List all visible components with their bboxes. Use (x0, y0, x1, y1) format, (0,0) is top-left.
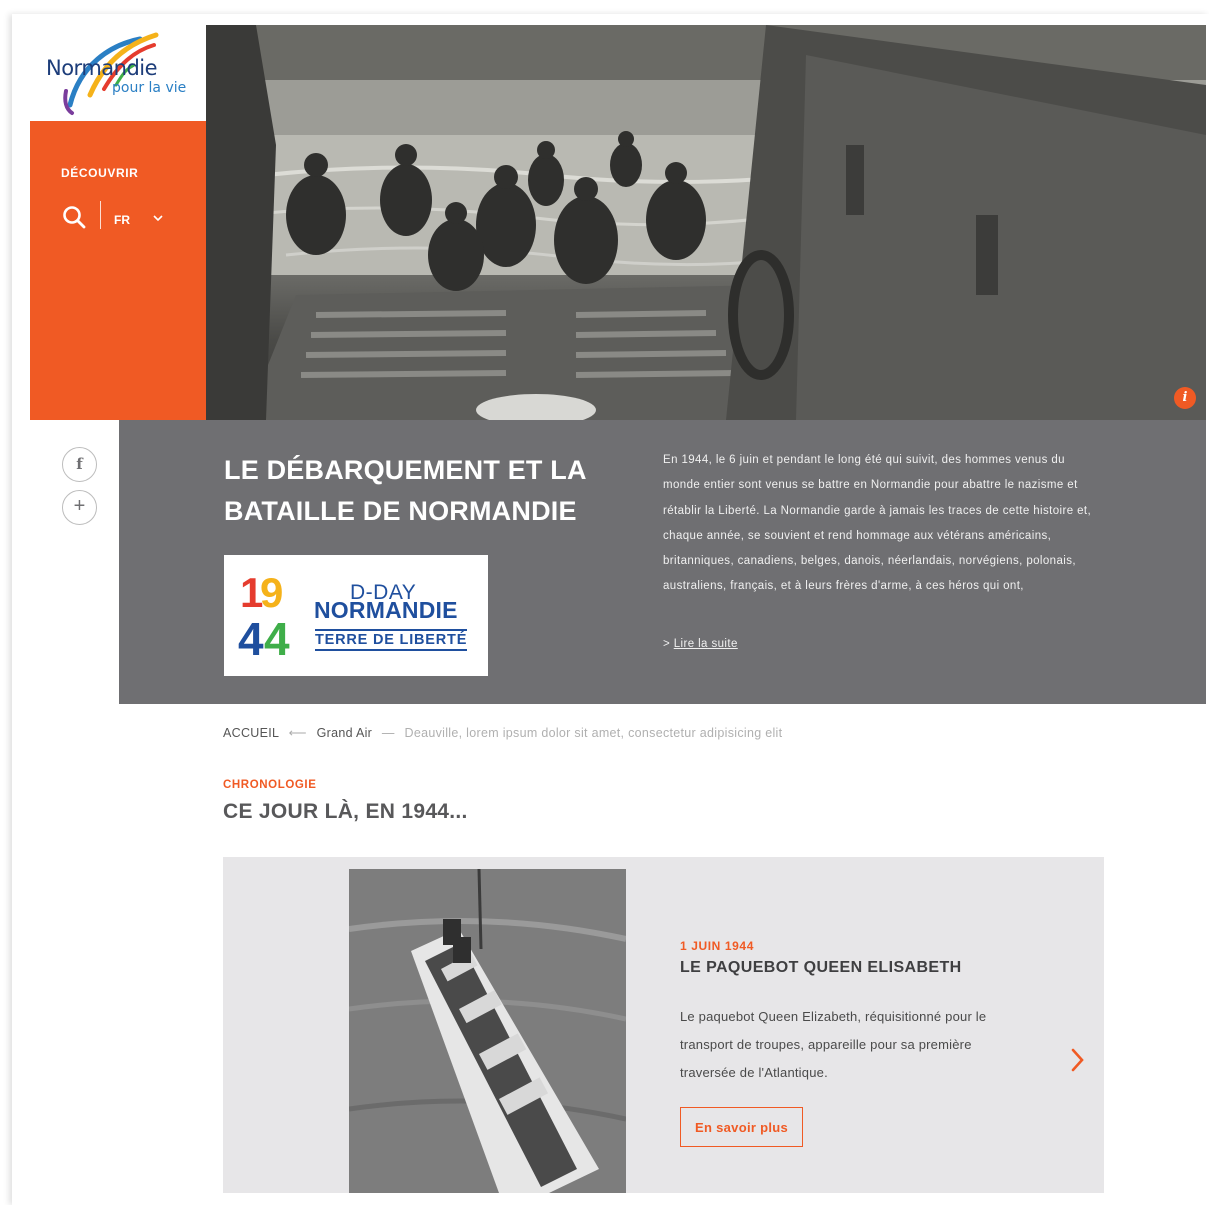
breadcrumb-current: Deauville, lorem ipsum dolor sit amet, c… (404, 726, 783, 740)
dday-line2: NORMANDIE (314, 597, 458, 623)
top-strip (0, 0, 1209, 14)
menu-divider (100, 201, 101, 229)
language-selector[interactable]: FR (114, 213, 130, 227)
logo-wordmark: Normandie (46, 56, 158, 80)
more-share-button[interactable]: + (62, 490, 97, 525)
menu-discover-link[interactable]: DÉCOUVRIR (61, 166, 138, 180)
main-menu: DÉCOUVRIR FR (30, 121, 206, 420)
breadcrumb-grand-air[interactable]: Grand Air (317, 726, 373, 740)
svg-text:9: 9 (260, 569, 283, 616)
breadcrumb: ACCUEIL ⟵ Grand Air — Deauville, lorem i… (223, 725, 782, 740)
read-more: > Lire la suite (663, 638, 738, 650)
section-kicker: CHRONOLOGIE (223, 779, 317, 791)
read-more-arrow: > (663, 638, 671, 650)
read-more-link[interactable]: Lire la suite (674, 638, 738, 650)
card-date: 1 JUIN 1944 (680, 939, 754, 953)
ocean-liner-image (349, 869, 626, 1193)
card-title: LE PAQUEBOT QUEEN ELISABETH (680, 959, 962, 976)
chevron-right-icon[interactable] (1068, 1046, 1088, 1074)
card-text: Le paquebot Queen Elizabeth, réquisition… (680, 1009, 987, 1080)
breadcrumb-home[interactable]: ACCUEIL (223, 726, 279, 740)
dday-line3: TERRE DE LIBERTÉ (315, 629, 468, 651)
site-logo[interactable]: Normandie pour la vie (30, 25, 206, 121)
timeline-card: 1 JUIN 1944 LE PAQUEBOT QUEEN ELISABETH … (223, 857, 1104, 1193)
svg-text:4: 4 (238, 613, 264, 665)
logo-tagline: pour la vie (112, 80, 187, 96)
breadcrumb-separator: ⟵ (288, 726, 307, 740)
chevron-down-icon[interactable] (152, 213, 164, 223)
landing-craft-photo (206, 25, 1206, 420)
intro-text: En 1944, le 6 juin et pendant le long ét… (663, 454, 1092, 593)
ship-photo (349, 869, 626, 1193)
breadcrumb-separator: — (381, 726, 395, 740)
learn-more-button[interactable]: En savoir plus (680, 1107, 804, 1147)
dday-1944-digits: 1 9 4 4 (238, 569, 290, 665)
section-title: CE JOUR LÀ, EN 1944... (223, 800, 468, 823)
svg-text:4: 4 (264, 613, 290, 665)
facebook-share-button[interactable]: f (62, 447, 97, 482)
search-icon[interactable] (62, 205, 86, 229)
intro-band: LE DÉBARQUEMENT ET LA BATAILLE DE NORMAN… (119, 420, 1206, 704)
dday-logo[interactable]: 1 9 4 4 D-DAY NORMANDIE TERRE DE LIBERTÉ (224, 555, 488, 676)
info-icon[interactable]: i (1174, 387, 1196, 409)
hero-image (206, 25, 1206, 420)
page-title: LE DÉBARQUEMENT ET LA BATAILLE DE NORMAN… (224, 455, 586, 526)
